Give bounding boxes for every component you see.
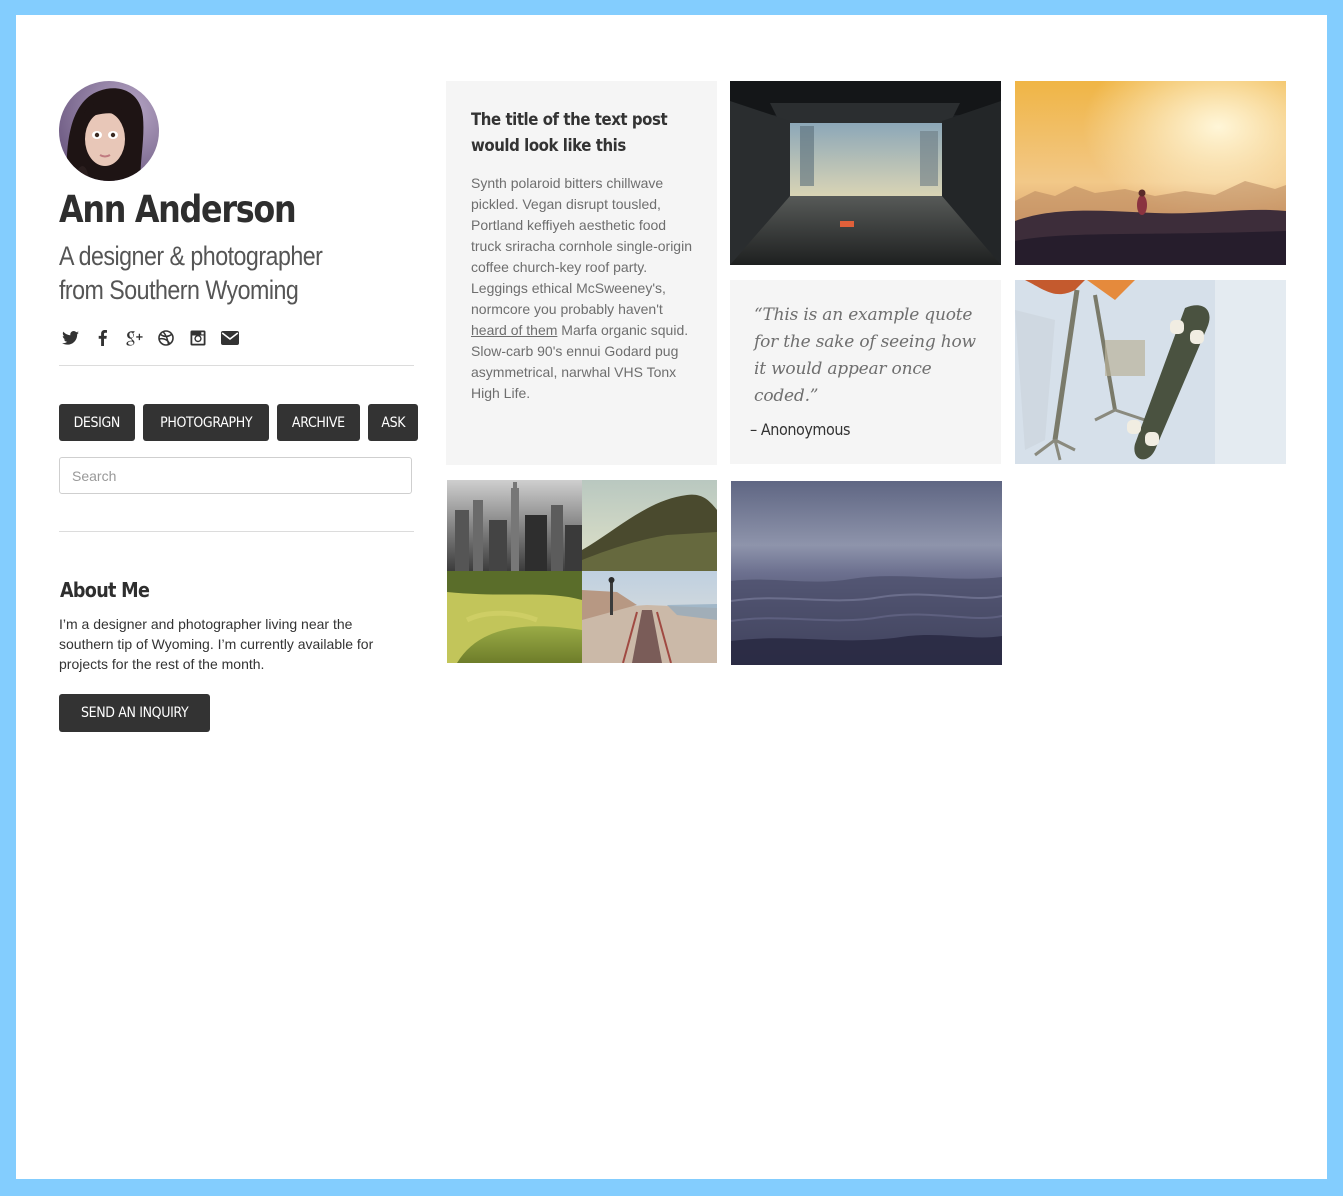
about-title: About Me — [60, 578, 150, 602]
social-links — [59, 327, 414, 349]
profile-name: Ann Anderson — [59, 188, 297, 231]
text-post-body: Synth polaroid bitters chillwave pickled… — [471, 173, 692, 404]
page-canvas: Ann Anderson A designer & photographer f… — [16, 15, 1327, 1179]
send-inquiry-button[interactable]: SEND AN INQUIRY — [59, 694, 211, 732]
category-nav: DESIGN PHOTOGRAPHY ARCHIVE ASK — [59, 404, 418, 441]
google-plus-icon[interactable] — [123, 327, 145, 349]
text-post-body-start: Synth polaroid bitters chillwave pickled… — [471, 175, 692, 317]
profile-tagline: A designer & photographer from Southern … — [59, 241, 323, 305]
avatar[interactable] — [59, 81, 159, 181]
photoset-post[interactable] — [447, 480, 717, 663]
about-text: I’m a designer and photographer living n… — [59, 616, 374, 672]
text-post-card[interactable]: The title of the text post would look li… — [446, 81, 717, 465]
nav-ask-button[interactable]: ASK — [367, 404, 418, 441]
dribbble-icon[interactable] — [155, 327, 177, 349]
quote-text: “This is an example quote for the sake o… — [754, 305, 976, 406]
photo-post-skateboard[interactable] — [1015, 280, 1286, 464]
photo-post-street[interactable] — [730, 81, 1001, 265]
search-input[interactable] — [59, 457, 412, 494]
photo-post-sunset[interactable] — [1015, 81, 1286, 265]
text-post-link[interactable]: heard of them — [471, 322, 557, 338]
sidebar-divider — [59, 365, 414, 366]
quote-source: – Anonoymous — [750, 420, 851, 439]
nav-archive-button[interactable]: ARCHIVE — [276, 404, 360, 441]
quote-post-card[interactable]: “This is an example quote for the sake o… — [730, 280, 1001, 464]
twitter-icon[interactable] — [59, 327, 81, 349]
sidebar-divider — [59, 531, 414, 532]
instagram-icon[interactable] — [187, 327, 209, 349]
nav-design-button[interactable]: DESIGN — [59, 404, 135, 441]
nav-photography-button[interactable]: PHOTOGRAPHY — [142, 404, 269, 441]
text-post-title[interactable]: The title of the text post would look li… — [471, 107, 695, 159]
envelope-icon[interactable] — [219, 327, 241, 349]
facebook-icon[interactable] — [91, 327, 113, 349]
photo-post-sea[interactable] — [731, 481, 1002, 665]
sidebar: Ann Anderson A designer & photographer f… — [59, 81, 418, 732]
